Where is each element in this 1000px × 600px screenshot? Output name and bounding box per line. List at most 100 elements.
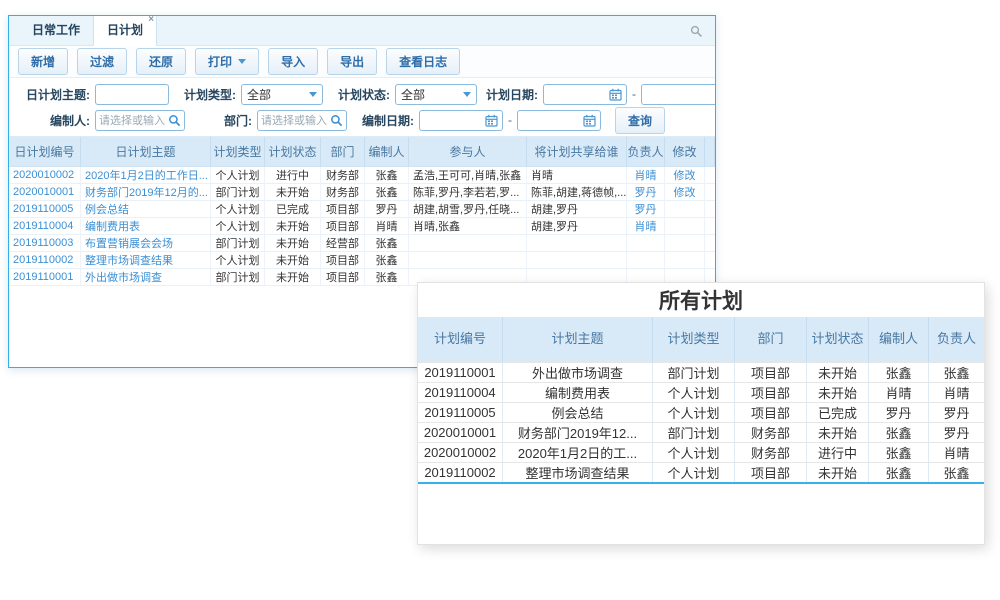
query-button[interactable]: 查询	[615, 107, 665, 134]
close-icon[interactable]: ×	[148, 15, 154, 25]
date-range-separator: -	[632, 87, 636, 101]
cell-type: 个人计划	[653, 443, 735, 462]
cell-dept: 项目部	[735, 463, 807, 482]
cell-id[interactable]: 2020010001	[9, 184, 81, 201]
dept-picker-input[interactable]: 请选择或输入	[257, 110, 347, 131]
cell-participants	[409, 252, 527, 269]
plan-date-from-input[interactable]	[543, 84, 627, 105]
tab-bar: 日常工作 日计划 ×	[9, 16, 715, 46]
column-header[interactable]: 修改	[665, 137, 705, 167]
cell-type: 部门计划	[653, 363, 735, 382]
cell-id[interactable]: 2019110001	[9, 269, 81, 286]
column-header[interactable]: 日计划主题	[81, 137, 211, 167]
column-header-filler	[705, 137, 715, 167]
make-date-from-input[interactable]	[419, 110, 503, 131]
subject-filter-input-wrap	[95, 84, 169, 105]
cell-id[interactable]: 2019110002	[9, 252, 81, 269]
cell-type: 个人计划	[653, 383, 735, 402]
cell-id[interactable]: 2020010002	[9, 167, 81, 184]
table-row[interactable]: 2020010001财务部门2019年12月的...部门计划未开始财务部张鑫陈菲…	[9, 184, 715, 201]
status-filter-label: 计划状态:	[323, 86, 395, 103]
column-header[interactable]: 计划状态	[265, 137, 321, 167]
cell-subject[interactable]: 外出做市场调查	[81, 269, 211, 286]
table-row: 2019110005例会总结个人计划项目部已完成罗丹罗丹	[418, 402, 984, 422]
creator-picker-input[interactable]: 请选择或输入	[95, 110, 185, 131]
cell-edit	[665, 235, 705, 252]
cell-id[interactable]: 2019110004	[9, 218, 81, 235]
subject-filter-label: 日计划主题:	[15, 86, 95, 103]
cell-subject[interactable]: 布置营销展会会场	[81, 235, 211, 252]
print-button[interactable]: 打印	[195, 48, 259, 75]
filter-button[interactable]: 过滤	[77, 48, 127, 75]
table-row[interactable]: 2019110003布置营销展会会场部门计划未开始经营部张鑫	[9, 235, 715, 252]
cell-edit[interactable]: 修改	[665, 167, 705, 184]
cell-subject: 财务部门2019年12...	[503, 423, 653, 442]
button-label: 打印	[208, 53, 232, 70]
cell-dept: 项目部	[735, 383, 807, 402]
table-row[interactable]: 2019110004编制费用表个人计划未开始项目部肖晴肖晴,张鑫胡建,罗丹肖晴	[9, 218, 715, 235]
cell-id[interactable]: 2019110003	[9, 235, 81, 252]
status-select[interactable]: 全部	[395, 84, 477, 105]
column-header[interactable]: 计划类型	[211, 137, 265, 167]
cell-edit[interactable]: 修改	[665, 184, 705, 201]
table-row[interactable]: 20200100022020年1月2日的工作日...个人计划进行中财务部张鑫孟浩…	[9, 167, 715, 184]
cell-edit	[665, 201, 705, 218]
cell-subject[interactable]: 整理市场调查结果	[81, 252, 211, 269]
cell-subject: 外出做市场调查	[503, 363, 653, 382]
cell-participants: 肖晴,张鑫	[409, 218, 527, 235]
cell-filler	[705, 184, 715, 201]
cell-shared	[527, 235, 627, 252]
cell-owner: 张鑫	[929, 363, 984, 382]
cell-owner[interactable]: 罗丹	[627, 201, 665, 218]
column-header[interactable]: 编制人	[365, 137, 409, 167]
cell-id: 2020010002	[418, 443, 503, 462]
cell-creator: 张鑫	[365, 184, 409, 201]
column-header[interactable]: 参与人	[409, 137, 527, 167]
cell-id[interactable]: 2019110005	[9, 201, 81, 218]
cell-owner	[627, 252, 665, 269]
restore-button[interactable]: 还原	[136, 48, 186, 75]
subject-input[interactable]	[100, 86, 164, 102]
export-button[interactable]: 导出	[327, 48, 377, 75]
cell-creator: 罗丹	[869, 403, 929, 422]
search-icon[interactable]	[690, 25, 703, 38]
column-header[interactable]: 日计划编号	[9, 137, 81, 167]
cell-dept: 项目部	[321, 252, 365, 269]
cell-creator: 张鑫	[869, 463, 929, 482]
column-header[interactable]: 负责人	[627, 137, 665, 167]
cell-dept: 财务部	[321, 184, 365, 201]
creator-filter-label: 编制人:	[15, 112, 95, 129]
cell-owner[interactable]: 肖晴	[627, 218, 665, 235]
type-select[interactable]: 全部	[241, 84, 323, 105]
magnifier-icon[interactable]	[330, 114, 343, 127]
cell-id: 2019110005	[418, 403, 503, 422]
plan-date-to-input[interactable]	[641, 84, 716, 105]
add-button[interactable]: 新增	[18, 48, 68, 75]
make-date-to-input[interactable]	[517, 110, 601, 131]
cell-dept: 项目部	[321, 201, 365, 218]
magnifier-icon[interactable]	[168, 114, 181, 127]
cell-subject[interactable]: 编制费用表	[81, 218, 211, 235]
column-header[interactable]: 部门	[321, 137, 365, 167]
table-row[interactable]: 2019110002整理市场调查结果个人计划未开始项目部张鑫	[9, 252, 715, 269]
column-header[interactable]: 将计划共享给谁	[527, 137, 627, 167]
cell-subject[interactable]: 2020年1月2日的工作日...	[81, 167, 211, 184]
cell-participants: 陈菲,罗丹,李若若,罗...	[409, 184, 527, 201]
cell-subject[interactable]: 例会总结	[81, 201, 211, 218]
import-button[interactable]: 导入	[268, 48, 318, 75]
all-plans-body: 2019110001外出做市场调查部门计划项目部未开始张鑫张鑫 201911000…	[418, 362, 984, 484]
tab-daily-work[interactable]: 日常工作	[19, 15, 93, 45]
cell-owner[interactable]: 肖晴	[627, 167, 665, 184]
tab-daily-plan[interactable]: 日计划 ×	[93, 15, 157, 46]
table-row: 2019110001外出做市场调查部门计划项目部未开始张鑫张鑫	[418, 362, 984, 382]
cell-owner: 肖晴	[929, 383, 984, 402]
cell-owner[interactable]: 罗丹	[627, 184, 665, 201]
column-header: 计划主题	[503, 317, 653, 362]
cell-type: 个人计划	[211, 252, 265, 269]
cell-filler	[705, 218, 715, 235]
toolbar: 新增过滤还原 打印 导入导出查看日志	[9, 46, 715, 78]
cell-subject[interactable]: 财务部门2019年12月的...	[81, 184, 211, 201]
cell-subject: 2020年1月2日的工...	[503, 443, 653, 462]
view-log-button[interactable]: 查看日志	[386, 48, 460, 75]
table-row[interactable]: 2019110005例会总结个人计划已完成项目部罗丹胡建,胡雪,罗丹,任晓...…	[9, 201, 715, 218]
